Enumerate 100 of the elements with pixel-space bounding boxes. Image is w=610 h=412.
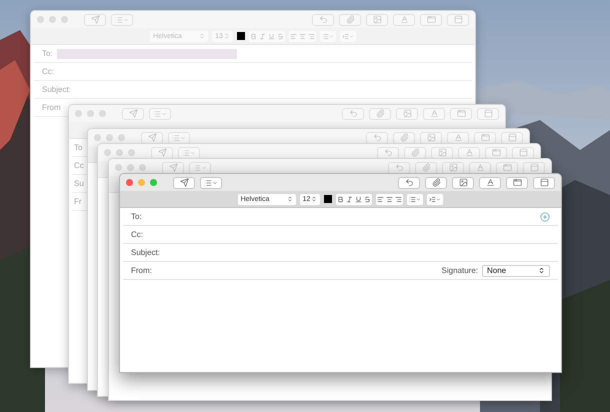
close-button[interactable] [75, 110, 82, 117]
list-icon [182, 148, 190, 156]
signature-select[interactable]: None [482, 264, 550, 276]
font-button[interactable] [479, 176, 501, 188]
indent-select[interactable] [340, 30, 356, 42]
font-icon [486, 178, 494, 187]
photo-icon [426, 133, 436, 142]
minimize-button[interactable] [127, 164, 134, 171]
list-icon [115, 16, 123, 24]
window-icon [502, 163, 512, 172]
panel-button[interactable] [533, 176, 555, 188]
header-fields-button[interactable] [168, 132, 190, 144]
field-label: From: [131, 266, 152, 274]
chevron-down-icon [436, 196, 442, 202]
indent-select[interactable] [427, 194, 444, 204]
reply-button[interactable] [342, 108, 364, 120]
panel-icon [540, 178, 548, 187]
minimize-button[interactable] [106, 134, 113, 141]
photo-icon [448, 163, 458, 172]
field-label: Cc: [42, 68, 54, 76]
photo-icon [372, 15, 382, 24]
zoom-button[interactable] [128, 149, 135, 156]
font-button[interactable] [393, 14, 415, 26]
minimize-button[interactable] [87, 110, 94, 117]
font-button[interactable] [423, 108, 445, 120]
send-icon [180, 178, 188, 187]
reply-button[interactable] [312, 14, 334, 26]
window-button[interactable] [506, 176, 528, 188]
color-swatch[interactable] [236, 32, 245, 40]
photo-button[interactable] [452, 176, 474, 188]
field-label: Fr [74, 198, 82, 206]
list-icon [193, 164, 201, 172]
color-swatch[interactable] [324, 195, 332, 203]
minimize-button[interactable] [49, 16, 56, 23]
zoom-button[interactable] [61, 16, 68, 23]
align-right-icon[interactable] [395, 196, 402, 202]
header-fields-button[interactable] [178, 146, 200, 158]
minimize-button[interactable] [138, 179, 145, 186]
chevron-down-icon [161, 110, 167, 116]
chevrons-icon [538, 267, 545, 274]
field-label: Subject: [42, 86, 71, 94]
list-icon [153, 110, 161, 118]
close-button[interactable] [126, 179, 133, 186]
zoom-button[interactable] [118, 134, 125, 141]
font-icon [400, 15, 408, 24]
font-icon [454, 133, 462, 142]
close-button[interactable] [115, 164, 122, 171]
reply-icon [348, 109, 358, 118]
window-icon [480, 133, 490, 142]
header-fields-button[interactable] [189, 162, 211, 174]
field-label: From [42, 104, 61, 112]
close-button[interactable] [94, 134, 101, 141]
font-icon [464, 148, 474, 157]
window-icon [492, 148, 500, 157]
field-label: Cc: [131, 230, 143, 238]
panel-icon [530, 163, 538, 172]
bold-icon[interactable] [337, 196, 344, 202]
italic-icon[interactable] [346, 196, 354, 202]
indent-icon [429, 196, 436, 202]
photo-icon [458, 178, 468, 187]
reply-button[interactable] [388, 162, 410, 174]
strikethrough-icon[interactable] [364, 196, 372, 202]
chevron-down-icon [180, 134, 186, 140]
list-icon [322, 32, 329, 40]
attach-button[interactable] [425, 176, 447, 188]
zoom-button[interactable] [150, 179, 157, 186]
reply-button[interactable] [377, 146, 399, 158]
window-icon [456, 109, 466, 118]
field-label: To: [131, 212, 142, 220]
header-fields-button[interactable] [200, 176, 222, 188]
send-icon [90, 15, 100, 24]
chevron-down-icon [416, 196, 422, 202]
signature-label: Signature: [442, 266, 478, 274]
underline-icon[interactable] [355, 196, 362, 202]
send-button[interactable] [173, 176, 195, 188]
reply-button[interactable] [398, 176, 420, 188]
close-button[interactable] [37, 16, 44, 23]
list-select[interactable] [407, 194, 424, 204]
reply-icon [372, 133, 382, 142]
window-icon [426, 15, 436, 24]
align-center-icon[interactable] [386, 196, 394, 202]
field-label: Su [74, 180, 84, 188]
add-contact-icon[interactable] [540, 212, 550, 222]
header-fields-button[interactable] [149, 108, 171, 120]
reply-icon [404, 178, 414, 187]
zoom-button[interactable] [99, 110, 106, 117]
align-left-icon[interactable] [377, 196, 384, 202]
close-button[interactable] [104, 149, 111, 156]
reply-button[interactable] [366, 132, 388, 144]
photo-icon [438, 148, 446, 157]
list-icon [409, 196, 416, 202]
panel-icon [454, 15, 462, 24]
zoom-button[interactable] [139, 164, 146, 171]
font-icon [430, 109, 438, 118]
font-button[interactable] [458, 146, 480, 158]
minimize-button[interactable] [116, 149, 123, 156]
reply-icon [318, 15, 328, 24]
font-button[interactable] [447, 132, 469, 144]
header-fields-button[interactable] [111, 14, 133, 26]
list-select[interactable] [320, 30, 336, 42]
